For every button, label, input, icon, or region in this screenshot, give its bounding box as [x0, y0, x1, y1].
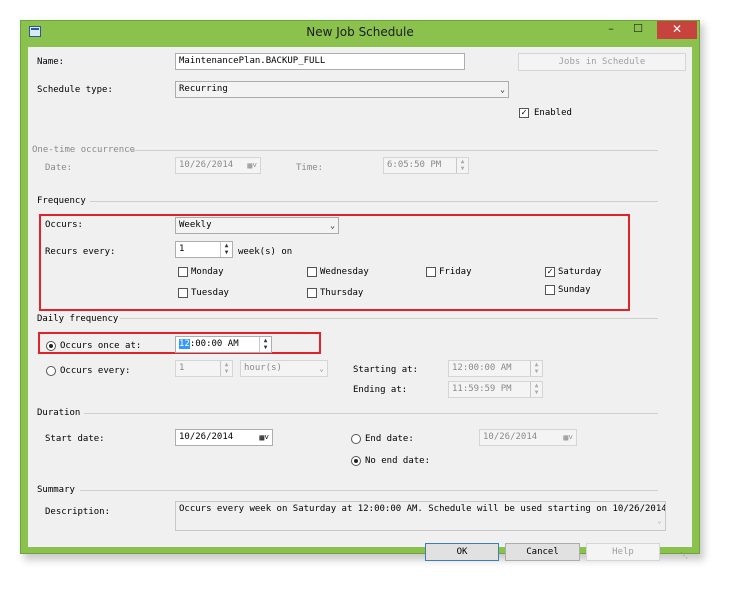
daily-frequency-section-label: Daily frequency — [37, 314, 119, 324]
occurs-once-value: :00:00 AM — [189, 339, 239, 349]
schedule-type-select[interactable]: Recurring ⌄ — [175, 81, 509, 98]
occurs-once-label: Occurs once at: — [60, 341, 142, 351]
ending-at-spinner[interactable]: 11:59:59 PM ▲ ▼ — [448, 381, 543, 398]
jobs-in-schedule-button[interactable]: Jobs in Schedule — [518, 53, 686, 71]
wednesday-checkbox[interactable] — [307, 267, 317, 277]
enabled-checkbox[interactable]: ✓ — [519, 108, 529, 118]
description-textbox[interactable]: Occurs every week on Saturday at 12:00:0… — [175, 501, 666, 531]
chevron-down-icon: ⌄ — [319, 364, 324, 373]
occurs-value: Weekly — [179, 220, 212, 230]
one-time-time-value: 6:05:50 PM — [387, 160, 442, 170]
title-bar[interactable]: New Job Schedule – ☐ ✕ — [21, 21, 699, 45]
occurs-every-radio[interactable] — [46, 366, 56, 376]
one-time-date-picker[interactable]: 10/26/2014 ▦˅ — [175, 157, 261, 174]
scroll-arrows-icon: ⌃ ⌄ — [657, 504, 662, 525]
spin-arrows-icon: ▲ ▼ — [259, 337, 271, 352]
occurs-every-spinner[interactable]: 1 ▲ ▼ — [175, 360, 233, 377]
dialog-window: New Job Schedule – ☐ ✕ Name: Maintenance… — [20, 20, 700, 561]
help-button[interactable]: Help — [586, 543, 660, 561]
window-title: New Job Schedule — [306, 25, 414, 39]
summary-section-label: Summary — [37, 485, 75, 495]
calendar-icon: ▦˅ — [563, 433, 573, 442]
thursday-checkbox[interactable] — [307, 288, 317, 298]
ending-at-label: Ending at: — [353, 385, 408, 395]
friday-checkbox[interactable] — [426, 267, 436, 277]
chevron-down-icon: ⌄ — [500, 85, 505, 94]
calendar-icon: ▦˅ — [247, 161, 257, 170]
selected-hour-segment: 12 — [179, 339, 190, 349]
minimize-button[interactable]: – — [599, 21, 623, 39]
frequency-divider — [90, 201, 658, 202]
one-time-date-value: 10/26/2014 — [179, 160, 234, 170]
occurs-once-time-spinner[interactable]: 12:00:00 AM ▲ ▼ — [175, 336, 272, 353]
starting-at-label: Starting at: — [353, 365, 419, 375]
duration-section-label: Duration — [37, 408, 81, 418]
starting-at-value: 12:00:00 AM — [452, 363, 512, 373]
end-date-radio[interactable] — [351, 434, 361, 444]
no-end-date-label: No end date: — [365, 456, 431, 466]
summary-divider — [80, 490, 658, 491]
calendar-icon: ▦˅ — [259, 433, 269, 442]
ok-button[interactable]: OK — [425, 543, 499, 561]
end-date-value: 10/26/2014 — [483, 432, 538, 442]
name-input[interactable]: MaintenancePlan.BACKUP_FULL — [175, 53, 465, 70]
name-label: Name: — [37, 57, 65, 67]
one-time-divider — [128, 150, 658, 151]
enabled-label: Enabled — [534, 108, 572, 118]
start-date-value: 10/26/2014 — [179, 432, 234, 442]
monday-label: Monday — [191, 267, 224, 277]
spin-arrows-icon: ▲ ▼ — [220, 361, 232, 376]
duration-divider — [84, 413, 658, 414]
occurs-every-unit-value: hour(s) — [244, 363, 282, 373]
recurs-every-label: Recurs every: — [45, 247, 116, 257]
chevron-down-icon: ⌄ — [330, 221, 335, 230]
friday-label: Friday — [439, 267, 472, 277]
recurs-suffix: week(s) on — [238, 247, 293, 257]
schedule-type-value: Recurring — [179, 84, 228, 94]
one-time-time-spinner[interactable]: 6:05:50 PM ▲ ▼ — [383, 157, 469, 174]
one-time-time-label: Time: — [296, 163, 324, 173]
end-date-label: End date: — [365, 434, 414, 444]
thursday-label: Thursday — [320, 288, 364, 298]
spin-arrows-icon: ▲ ▼ — [530, 382, 542, 397]
recurs-every-value: 1 — [179, 244, 185, 254]
occurs-select[interactable]: Weekly ⌄ — [175, 217, 339, 234]
schedule-type-label: Schedule type: — [37, 85, 113, 95]
monday-checkbox[interactable] — [178, 267, 188, 277]
occurs-every-unit-select[interactable]: hour(s) ⌄ — [240, 360, 328, 377]
daily-divider — [120, 318, 658, 319]
no-end-date-radio[interactable] — [351, 456, 361, 466]
spin-arrows-icon: ▲ ▼ — [220, 242, 232, 257]
cancel-button[interactable]: Cancel — [505, 543, 580, 561]
occurs-every-value: 1 — [179, 363, 185, 373]
start-date-label: Start date: — [45, 434, 105, 444]
tuesday-checkbox[interactable] — [178, 288, 188, 298]
saturday-label: Saturday — [558, 267, 602, 277]
start-date-picker[interactable]: 10/26/2014 ▦˅ — [175, 429, 273, 446]
maximize-button[interactable]: ☐ — [626, 21, 650, 39]
tuesday-label: Tuesday — [191, 288, 229, 298]
end-date-picker[interactable]: 10/26/2014 ▦˅ — [479, 429, 577, 446]
frequency-section-label: Frequency — [37, 196, 86, 206]
description-label: Description: — [45, 507, 111, 517]
saturday-checkbox[interactable]: ✓ — [545, 267, 555, 277]
recurs-every-spinner[interactable]: 1 ▲ ▼ — [175, 241, 233, 258]
resize-grip-icon[interactable]: ⋱ — [680, 551, 688, 560]
ending-at-value: 11:59:59 PM — [452, 384, 512, 394]
sunday-checkbox[interactable] — [545, 285, 555, 295]
spin-arrows-icon: ▲ ▼ — [530, 361, 542, 376]
dialog-client: Name: MaintenancePlan.BACKUP_FULL Jobs i… — [28, 47, 692, 561]
spin-arrows-icon: ▲ ▼ — [456, 158, 468, 173]
close-button[interactable]: ✕ — [657, 21, 697, 39]
occurs-once-radio[interactable] — [46, 341, 56, 351]
one-time-date-label: Date: — [45, 163, 73, 173]
wednesday-label: Wednesday — [320, 267, 369, 277]
starting-at-spinner[interactable]: 12:00:00 AM ▲ ▼ — [448, 360, 543, 377]
sunday-label: Sunday — [558, 285, 591, 295]
occurs-every-label: Occurs every: — [60, 366, 131, 376]
occurs-label: Occurs: — [45, 220, 83, 230]
description-text: Occurs every week on Saturday at 12:00:0… — [179, 504, 666, 514]
one-time-section-label: One-time occurrence — [32, 145, 135, 155]
